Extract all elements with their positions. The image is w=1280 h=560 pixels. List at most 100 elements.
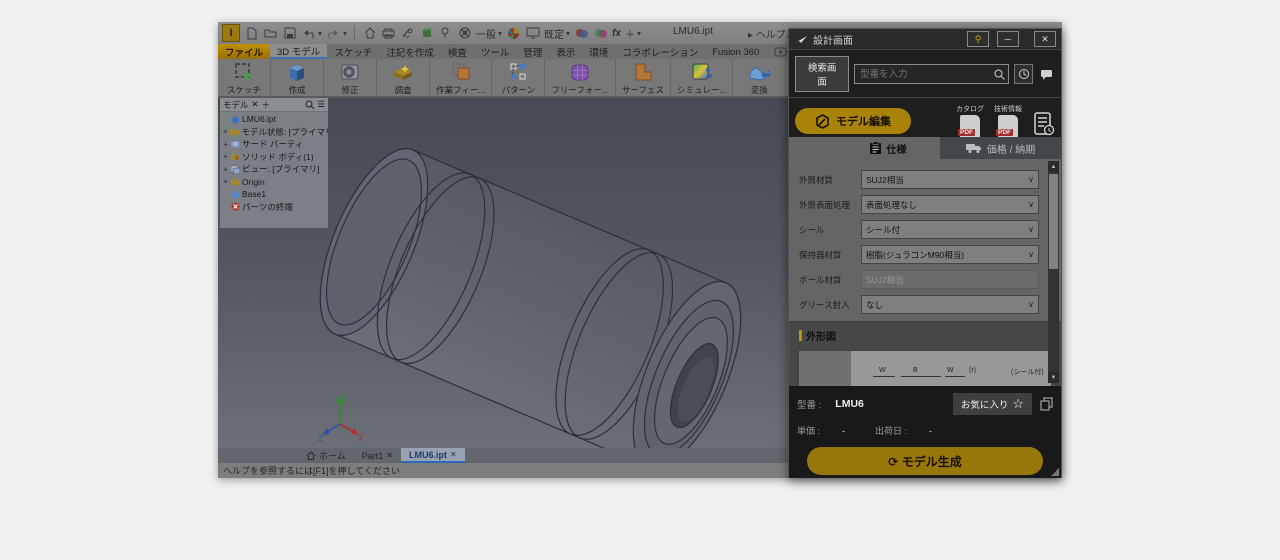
resize-grip[interactable]	[1051, 468, 1059, 476]
part-number-input[interactable]	[858, 68, 994, 81]
ribbon-group-inspect[interactable]: 調査	[377, 59, 430, 96]
tree-item-solidbodies[interactable]: +ソリッド ボディ(1)	[222, 151, 328, 164]
solid-bodies-folder-icon	[231, 152, 240, 161]
appearance-dropdown[interactable]: 既定	[544, 26, 564, 41]
outer-material-select[interactable]: SUJ2相当∨	[861, 170, 1039, 189]
ribbon-group-sketch[interactable]: スケッチ	[218, 59, 271, 96]
ribbon-tab-environments[interactable]: 環境	[582, 44, 615, 59]
generate-model-button[interactable]: ⟳ モデル生成	[807, 447, 1043, 475]
monitor-icon[interactable]	[525, 26, 540, 41]
adjust-color-icon[interactable]	[574, 26, 589, 41]
browser-search-icon[interactable]	[305, 100, 314, 109]
print-icon[interactable]	[381, 26, 396, 41]
home-icon[interactable]	[362, 26, 377, 41]
open-folder-icon[interactable]	[263, 26, 278, 41]
ribbon-tab-sketch[interactable]: スケッチ	[327, 44, 379, 59]
tree-item-thirdparty[interactable]: +サード パーティ	[222, 138, 328, 151]
panel-titlebar[interactable]: 設計画面 ⚲ ─ ✕	[789, 29, 1061, 50]
ribbon-group-workfeatures[interactable]: 作業フィー...	[430, 59, 492, 96]
search-screen-button[interactable]: 検索画面	[795, 56, 849, 92]
close-tab-icon[interactable]: ✕	[386, 451, 393, 460]
outline-drawing-section: 外形図 W B W (r) (シール付)	[789, 322, 1061, 386]
donut-icon[interactable]	[457, 26, 472, 41]
inspect-icon	[391, 61, 415, 83]
ribbon-tab-tools[interactable]: ツール	[474, 44, 517, 59]
qat-add-button[interactable]: ＋	[625, 26, 635, 41]
tree-item-view[interactable]: +ビュー: [プライマリ]	[222, 163, 328, 176]
inventor-app-icon[interactable]: I	[222, 24, 240, 42]
measure-icon[interactable]	[400, 26, 415, 41]
tree-item-root[interactable]: LMU6.ipt	[222, 113, 328, 126]
tab-spec[interactable]: 仕様	[835, 137, 940, 159]
grease-select[interactable]: なし∨	[861, 295, 1039, 314]
model-edit-button[interactable]: モデル編集	[795, 108, 911, 134]
adjust-color2-icon[interactable]	[593, 26, 608, 41]
favorite-button[interactable]: お気に入り☆	[953, 393, 1032, 415]
panel-bottom: 型番 : LMU6 お気に入り☆ 単価 : - 出荷日 : - ⟳ モデル生成	[789, 386, 1061, 478]
scroll-down-icon[interactable]: ▼	[1048, 372, 1059, 383]
browser-add-icon[interactable]: ＋	[262, 99, 271, 111]
ribbon-tab-collaborate[interactable]: コラボレーション	[615, 44, 705, 59]
pin-button[interactable]: ⚲	[967, 31, 989, 47]
browser-close-icon[interactable]: ✕	[252, 99, 259, 110]
ribbon-tab-fusion360[interactable]: Fusion 360	[705, 44, 766, 59]
close-button[interactable]: ✕	[1034, 31, 1056, 47]
tree-item-base1[interactable]: Base1	[222, 188, 328, 201]
ribbon-group-pattern[interactable]: パターン	[492, 59, 545, 96]
redo-icon[interactable]	[326, 26, 341, 41]
material-dropdown[interactable]: 一般	[476, 26, 496, 41]
redo-dropdown[interactable]: ▾	[343, 29, 347, 38]
undo-dropdown[interactable]: ▾	[318, 29, 322, 38]
ribbon-group-surface[interactable]: サーフェス	[616, 59, 671, 96]
tree-item-origin[interactable]: +Origin	[222, 176, 328, 189]
simulation-icon	[690, 61, 714, 83]
ribbon-group-create[interactable]: 作成	[271, 59, 324, 96]
qat-customize-chevron[interactable]: ▾	[637, 29, 641, 38]
ribbon-tab-view[interactable]: 表示	[549, 44, 582, 59]
doc-tab-home[interactable]: ホーム	[298, 448, 354, 463]
history-button[interactable]	[1014, 64, 1033, 84]
doc-tab-part1[interactable]: Part1✕	[354, 448, 401, 463]
ribbon-tab-manage[interactable]: 管理	[516, 44, 549, 59]
ribbon-group-freeform[interactable]: フリーフォー...	[545, 59, 616, 96]
browser-menu-icon[interactable]: ☰	[317, 99, 325, 110]
scroll-up-icon[interactable]: ▲	[1048, 161, 1059, 172]
pdf-icon: PDF	[960, 115, 980, 139]
triad-x-label: X	[358, 434, 364, 442]
ribbon-tab-3dmodel[interactable]: 3D モデル	[270, 44, 327, 59]
ribbon-tab-annotate[interactable]: 注記を作成	[379, 44, 441, 59]
tech-info-pdf[interactable]: 技術情報 PDF	[993, 104, 1023, 139]
status-text: ヘルプを参照するには[F1]を押してください	[223, 464, 400, 477]
ribbon-group-convert[interactable]: 変換	[733, 59, 785, 96]
parameters-fx-button[interactable]: fx	[612, 28, 621, 39]
ribbon-group-simulation[interactable]: シミュレー...	[671, 59, 733, 96]
color-wheel-icon[interactable]	[506, 26, 521, 41]
doc-tab-lmu6[interactable]: LMU6.ipt✕	[401, 448, 465, 463]
new-file-icon[interactable]	[244, 26, 259, 41]
browser-tab-model[interactable]: モデル	[223, 99, 249, 111]
price-row: 単価 : - 出荷日 : -	[789, 415, 1061, 437]
panel-scrollbar[interactable]: ▲ ▼	[1048, 161, 1059, 383]
retainer-material-select[interactable]: 樹脂(ジュラコンM90相当)∨	[861, 245, 1039, 264]
tab-price-delivery[interactable]: 価格 / 納期	[940, 137, 1061, 159]
minimize-button[interactable]: ─	[997, 31, 1019, 47]
magnifier-icon[interactable]	[994, 69, 1005, 80]
scroll-thumb[interactable]	[1049, 174, 1058, 269]
tree-item-modelstates[interactable]: +モデル状態: [プライマリ]	[222, 126, 328, 139]
copy-icon[interactable]	[1040, 397, 1053, 411]
tree-item-end-of-part[interactable]: パーツの終端	[222, 201, 328, 214]
save-icon[interactable]	[282, 26, 297, 41]
catalog-pdf[interactable]: カタログ PDF	[955, 104, 985, 139]
ribbon-tab-file[interactable]: ファイル	[218, 44, 270, 59]
seal-select[interactable]: シール付∨	[861, 220, 1039, 239]
comment-button[interactable]	[1038, 65, 1055, 83]
ribbon-tab-inspect[interactable]: 検査	[441, 44, 474, 59]
ribbon-group-modify[interactable]: 修正	[324, 59, 377, 96]
model-linear-bushing[interactable]	[314, 132, 774, 448]
material-box-icon[interactable]	[419, 26, 434, 41]
undo-icon[interactable]	[301, 26, 316, 41]
close-tab-icon[interactable]: ✕	[450, 450, 457, 459]
freeform-icon	[569, 61, 591, 83]
pin-icon[interactable]	[438, 26, 453, 41]
surface-treatment-select[interactable]: 表面処理なし∨	[861, 195, 1039, 214]
